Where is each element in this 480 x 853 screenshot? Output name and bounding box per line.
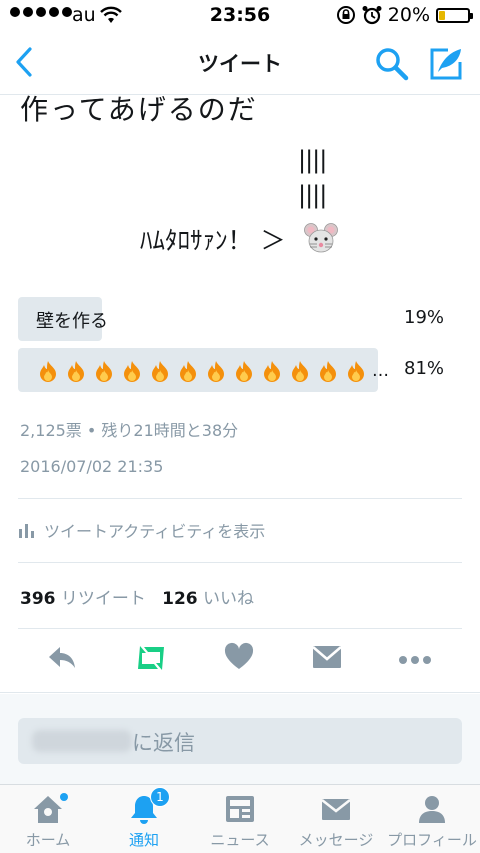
poll-option-label: … xyxy=(372,361,389,381)
poll-votes-remaining: 2,125票 • 残り21時間と38分 xyxy=(20,421,239,440)
compose-tweet-icon[interactable] xyxy=(428,46,464,82)
alarm-icon xyxy=(362,6,382,25)
retweet-icon[interactable] xyxy=(132,642,170,674)
tweet-activity-link[interactable]: ツイートアクティビティを表示 xyxy=(18,518,265,542)
tweet-timestamp: 2016/07/02 21:35 xyxy=(20,457,164,476)
battery-percent: 20% xyxy=(387,4,430,26)
like-count-label[interactable]: いいね xyxy=(203,589,254,609)
poll-option-emoji-row: … xyxy=(38,360,389,382)
envelope-icon xyxy=(321,798,351,820)
search-icon[interactable] xyxy=(374,46,410,82)
fire-icon xyxy=(124,361,140,382)
tab-news[interactable]: ニュース xyxy=(192,785,288,853)
tab-notifications[interactable]: 1 通知 xyxy=(96,785,192,853)
divider xyxy=(0,692,480,693)
fire-icon xyxy=(68,361,84,382)
rotation-lock-icon xyxy=(336,6,355,24)
poll-option: 壁を作る 19% xyxy=(18,297,462,341)
fire-icon xyxy=(236,361,252,382)
fire-icon xyxy=(152,361,168,382)
poll-option-percent: 19% xyxy=(404,307,445,328)
fire-icon xyxy=(292,361,308,382)
retweet-count-label[interactable]: リツイート xyxy=(61,589,146,609)
reply-input[interactable]: に返信 xyxy=(18,718,462,764)
tab-label: プロフィール xyxy=(387,831,477,849)
poll-option-percent: 81% xyxy=(404,358,445,379)
navigation-bar: ツイート xyxy=(0,32,480,95)
fire-icon xyxy=(96,361,112,382)
tweet-art-line: |||| xyxy=(298,146,327,174)
tweet-actions xyxy=(0,642,480,682)
fire-icon xyxy=(180,361,196,382)
more-options-icon[interactable] xyxy=(398,642,432,672)
tab-bar: ホーム 1 通知 ニュース メッセージ プロフィール xyxy=(0,784,480,853)
new-content-dot xyxy=(60,793,68,801)
direct-message-icon[interactable] xyxy=(312,642,342,672)
divider xyxy=(18,562,462,563)
like-heart-icon[interactable] xyxy=(224,642,254,672)
reply-icon[interactable] xyxy=(46,642,78,674)
tweet-art-line: |||| xyxy=(298,181,327,209)
battery-icon xyxy=(436,7,473,23)
engagement-counts: 396 リツイート 126 いいね xyxy=(20,584,254,609)
divider xyxy=(18,628,462,629)
tab-profile[interactable]: プロフィール xyxy=(384,785,480,853)
status-bar: au 23:56 20% xyxy=(0,0,480,32)
notification-badge: 1 xyxy=(150,787,170,807)
mouse-face-icon xyxy=(304,223,338,253)
like-count[interactable]: 126 xyxy=(162,589,198,609)
divider xyxy=(18,498,462,499)
fire-icon xyxy=(320,361,336,382)
fire-icon xyxy=(40,361,56,382)
tweet-activity-label: ツイートアクティビティを表示 xyxy=(44,522,266,541)
news-icon xyxy=(226,796,254,822)
tab-messages[interactable]: メッセージ xyxy=(288,785,384,853)
retweet-count[interactable]: 396 xyxy=(20,589,56,609)
reply-username-redacted xyxy=(32,730,132,752)
tab-home[interactable]: ホーム xyxy=(0,785,96,853)
profile-person-icon xyxy=(419,796,445,823)
tweet-art-line: ﾊﾑﾀﾛｻｧﾝ！ ＞ xyxy=(140,226,286,255)
bar-chart-icon xyxy=(19,524,34,538)
poll-option: … 81% xyxy=(18,348,462,392)
reply-placeholder: に返信 xyxy=(132,731,195,755)
fire-icon xyxy=(208,361,224,382)
poll-option-label: 壁を作る xyxy=(36,311,108,332)
fire-icon xyxy=(348,361,364,382)
fire-icon xyxy=(264,361,280,382)
tweet-text: 作ってあげるのだ xyxy=(20,93,258,126)
